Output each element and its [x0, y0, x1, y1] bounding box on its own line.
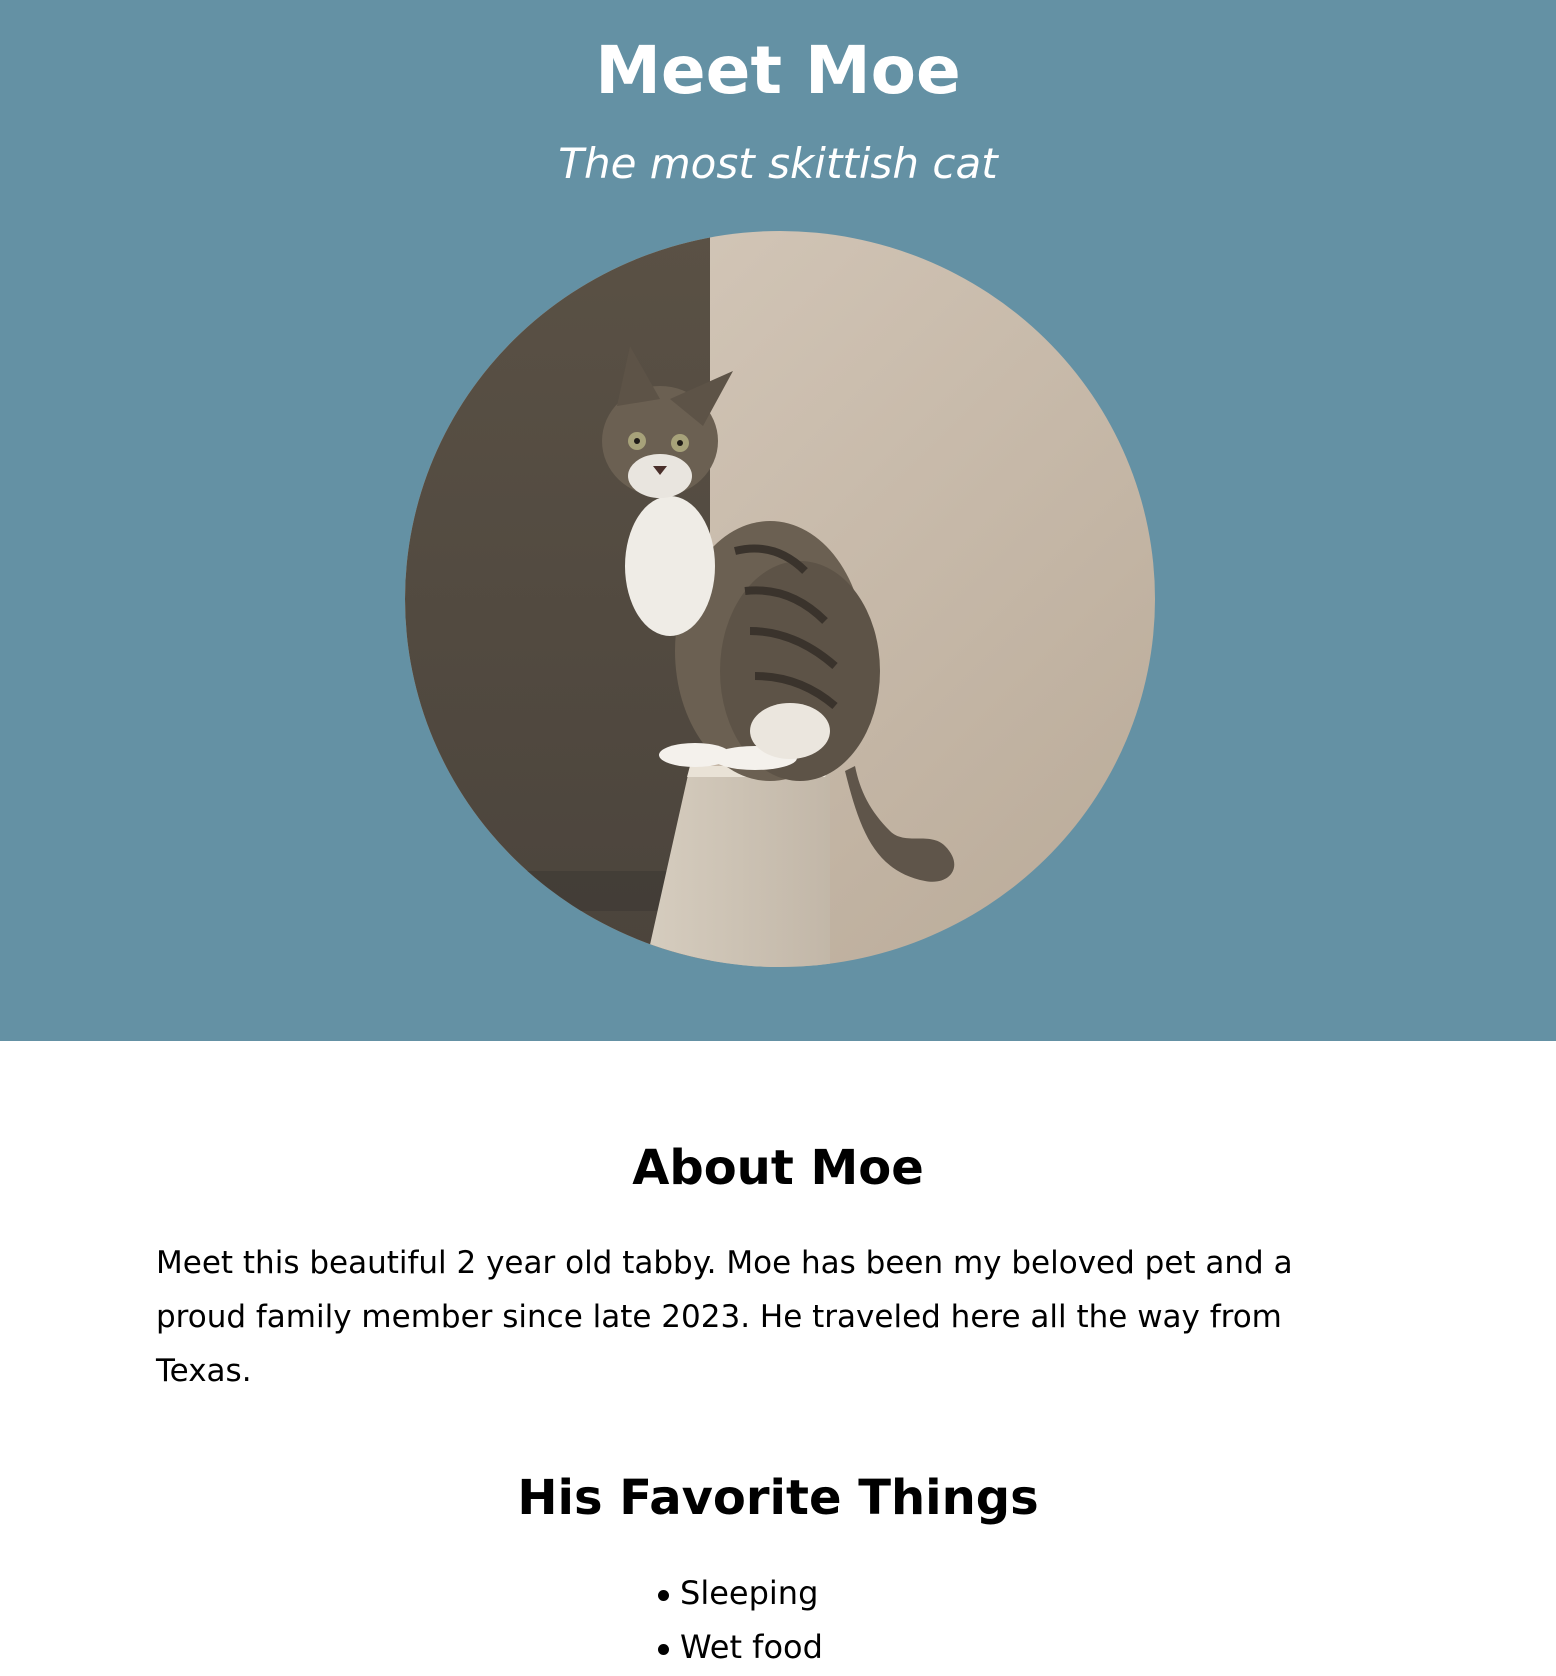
favorites-heading: His Favorite Things	[517, 1470, 1039, 1526]
about-paragraph: Meet this beautiful 2 year old tabby. Mo…	[156, 1245, 1293, 1389]
page-title: Meet Moe	[595, 32, 961, 109]
page-subtitle: The most skittish cat	[558, 139, 998, 188]
favorite-item-label: Sleeping	[680, 1574, 819, 1612]
about-heading: About Moe	[632, 1140, 924, 1196]
favorites-list: Sleeping Wet food	[658, 1566, 823, 1674]
hero-banner: Meet Moe The most skittish cat	[0, 0, 1556, 1041]
list-item: Sleeping	[658, 1566, 823, 1620]
cat-photo	[405, 231, 1155, 967]
bullet-icon	[658, 1644, 669, 1655]
bullet-icon	[658, 1590, 669, 1601]
favorite-item-label: Wet food	[680, 1628, 823, 1666]
list-item: Wet food	[658, 1620, 823, 1674]
